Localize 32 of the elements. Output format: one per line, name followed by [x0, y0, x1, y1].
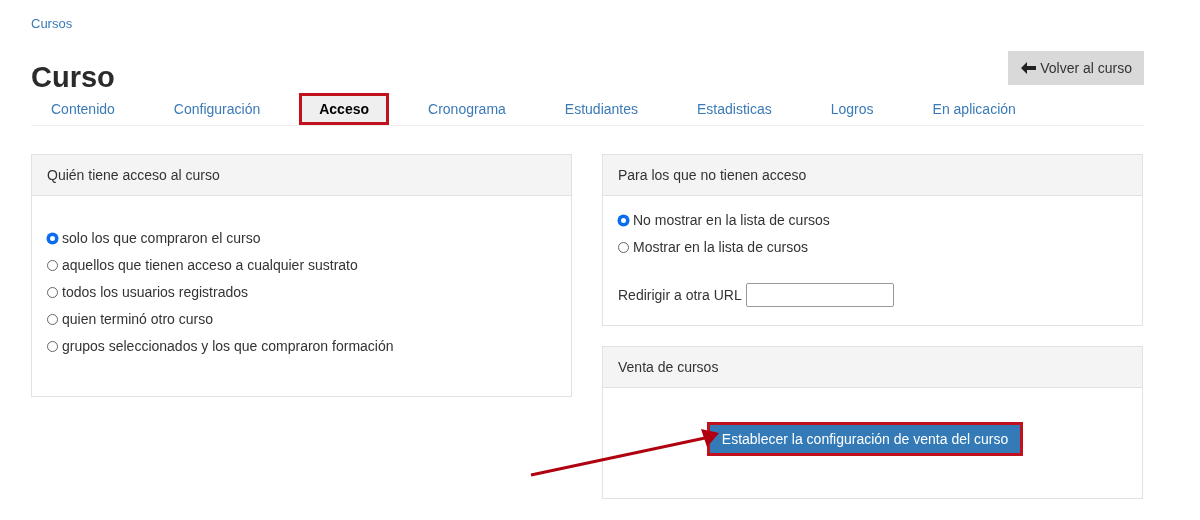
- radio-button[interactable]: [47, 340, 58, 352]
- panel-header: Para los que no tienen acceso: [603, 155, 1142, 196]
- radio-button[interactable]: [47, 313, 58, 325]
- back-button[interactable]: Volver al curso: [1008, 51, 1144, 85]
- tab[interactable]: Acceso: [299, 93, 390, 125]
- radio-button[interactable]: [47, 259, 58, 271]
- field-label: Redirigir a otra URL: [618, 287, 742, 303]
- radio-button[interactable]: [618, 214, 629, 226]
- option-label: quien terminó otro curso: [62, 311, 213, 327]
- sales-settings-button[interactable]: Establecer la configuración de venta del curso: [706, 422, 1024, 456]
- option-label: grupos seleccionados y los que compraron formación: [62, 338, 394, 354]
- panel-header: Quién tiene acceso al curso: [32, 155, 571, 196]
- breadcrumb-link[interactable]: Cursos: [31, 16, 73, 31]
- arrow-left-icon: [1021, 62, 1037, 74]
- tab[interactable]: Cronograma: [408, 93, 526, 125]
- tab[interactable]: Contenido: [31, 93, 135, 125]
- radio-button[interactable]: [47, 232, 58, 244]
- panel-header: Venta de cursos: [603, 347, 1142, 388]
- tab[interactable]: Estadisticas: [677, 93, 792, 125]
- option-label: No mostrar en la lista de cursos: [633, 212, 830, 228]
- radio-button[interactable]: [47, 286, 58, 298]
- option-label: todos los usuarios registrados: [62, 284, 248, 300]
- radio-button[interactable]: [618, 241, 629, 253]
- tab[interactable]: Logros: [810, 93, 894, 125]
- tab[interactable]: Estudiantes: [544, 93, 659, 125]
- option-label: aquellos que tienen acceso a cualquier sustrato: [62, 257, 358, 273]
- tab[interactable]: En aplicación: [912, 93, 1036, 125]
- page-title: Curso: [31, 61, 115, 94]
- option-label: Mostrar en la lista de cursos: [633, 239, 809, 255]
- option-label: solo los que compraron el curso: [62, 230, 261, 246]
- url-field[interactable]: [745, 283, 894, 307]
- tab[interactable]: Configuración: [153, 93, 281, 125]
